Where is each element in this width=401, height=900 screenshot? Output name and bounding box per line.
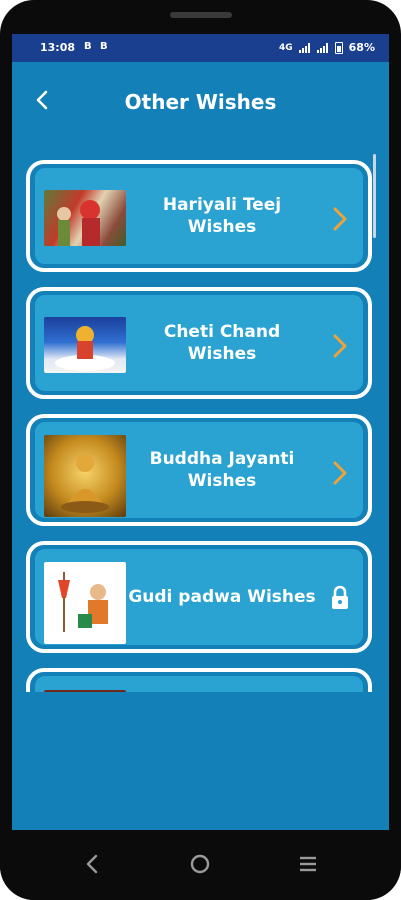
nav-back-button[interactable] (72, 844, 112, 884)
app-bar: Other Wishes (12, 62, 389, 142)
buddha-jayanti-thumbnail (44, 435, 126, 517)
nav-menu-icon (300, 856, 316, 872)
battery-icon (334, 41, 343, 54)
list-item-buddha-jayanti[interactable]: Buddha Jayanti Wishes (26, 414, 372, 526)
page-title: Other Wishes (124, 90, 277, 114)
battery-percent: 68% (348, 41, 375, 54)
cheti-chand-art-icon (55, 326, 115, 371)
chevron-right-icon (333, 207, 347, 231)
app-screen: 13:08 B B 4G 68% Other Wishes Hariyali T… (12, 34, 389, 830)
notification-icon-1: B (84, 41, 92, 52)
signal-icon-2 (316, 42, 329, 53)
network-type: 4G (279, 42, 293, 53)
nav-home-button[interactable] (180, 844, 220, 884)
hariyali-teej-thumbnail (44, 190, 126, 246)
signal-icon (298, 42, 311, 53)
list-item-gudi-padwa[interactable]: Gudi padwa Wishes (26, 541, 372, 653)
gudi-art-icon (58, 572, 108, 632)
item-label: Buddha Jayanti Wishes (149, 449, 295, 491)
notification-icon-2: B (100, 41, 108, 52)
phone-frame: 13:08 B B 4G 68% Other Wishes Hariyali T… (0, 0, 401, 900)
phone-speaker (170, 12, 232, 18)
card-body: Gudi padwa Wishes (35, 549, 363, 645)
status-time: 13:08 (40, 41, 76, 54)
nav-home-icon (190, 854, 210, 874)
list-item-hariyali-teej[interactable]: Hariyali Teej Wishes (26, 160, 372, 272)
lock-icon (332, 585, 348, 609)
gudi-padwa-thumbnail (44, 562, 126, 644)
chevron-right-icon (333, 461, 347, 485)
cheti-chand-thumbnail (44, 317, 126, 373)
card-body: Buddha Jayanti Wishes (35, 422, 363, 518)
card-body: Cheti Chand Wishes (35, 295, 363, 391)
item-label: Gudi padwa Wishes (128, 587, 316, 607)
teej-art-icon (57, 200, 100, 246)
partial-thumbnail (44, 690, 126, 692)
buddha-art-icon (61, 454, 109, 513)
card-body: Hariyali Teej Wishes (35, 168, 363, 264)
nav-back-icon (86, 854, 98, 874)
wishes-list[interactable]: Hariyali Teej Wishes Cheti Chand Wishes … (12, 154, 389, 692)
nav-recents-button[interactable] (288, 844, 328, 884)
list-scrollbar[interactable] (373, 154, 376, 238)
item-label: Cheti Chand Wishes (163, 322, 281, 364)
system-nav-bar (0, 830, 401, 900)
status-right-group: 4G 68% (279, 41, 375, 54)
card-body (35, 676, 363, 692)
item-label: Hariyali Teej Wishes (162, 195, 282, 237)
status-bar: 13:08 B B 4G 68% (12, 34, 389, 62)
list-item-partial[interactable] (26, 668, 372, 692)
chevron-right-icon (333, 334, 347, 358)
list-item-cheti-chand[interactable]: Cheti Chand Wishes (26, 287, 372, 399)
